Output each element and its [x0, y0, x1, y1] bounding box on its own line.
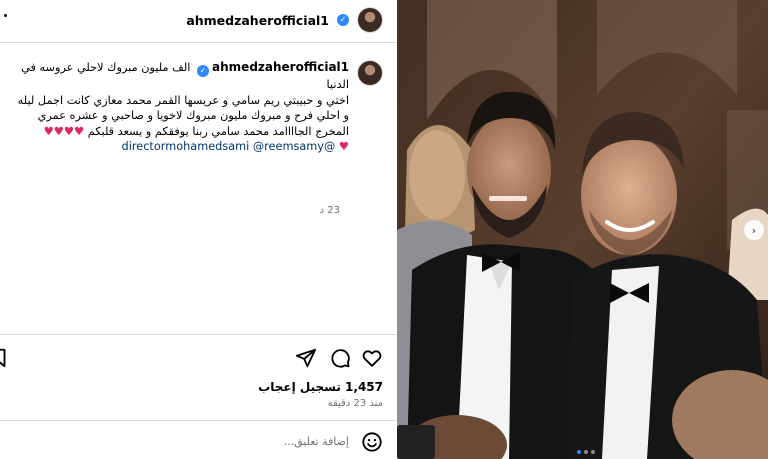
post-panel: ✓ ahmedzaherofficial1 ahmedzaherofficial…	[0, 0, 397, 459]
carousel-dot	[584, 450, 588, 454]
carousel-dot	[577, 450, 581, 454]
mentions[interactable]: directormohamedsami @reemsamy@	[122, 140, 336, 153]
caption-username[interactable]: ahmedzaherofficial1	[212, 60, 349, 74]
action-bar	[0, 345, 397, 371]
caption-body: ahmedzaherofficial1✓ الف مليون مبروك لاح…	[10, 60, 349, 155]
verified-badge-icon: ✓	[337, 14, 349, 26]
hearts-emoji: ♥♥♥♥	[43, 124, 85, 138]
heart-icon[interactable]	[361, 347, 383, 369]
post-photo[interactable]: ›	[397, 0, 768, 459]
photo-image	[397, 0, 768, 459]
verified-badge-icon: ✓	[197, 65, 210, 77]
share-icon[interactable]	[295, 347, 317, 369]
avatar[interactable]	[357, 7, 383, 33]
likes-count[interactable]: 1,457 تسجيل إعجاب	[258, 380, 383, 394]
bookmark-icon[interactable]	[0, 347, 10, 369]
post-header: ✓ ahmedzaherofficial1	[186, 6, 383, 34]
heart-emoji: ♥	[338, 140, 349, 153]
caption-line-3: و احلي فرح و مبروك مليون مبروك لاخويا و …	[37, 109, 349, 122]
caption-time: 23 د	[319, 205, 340, 216]
comment-row	[0, 426, 397, 459]
comment-icon[interactable]	[329, 347, 351, 369]
more-options-icon[interactable]	[4, 14, 7, 17]
header-username[interactable]: ahmedzaherofficial1	[186, 13, 329, 28]
caption-line-4: المخرج الجاااامد محمد سامي ربنا يوفقكم و…	[87, 124, 349, 138]
emoji-icon[interactable]	[361, 431, 383, 453]
carousel-indicator	[577, 450, 595, 454]
caption-line-2: اختي و حبيبتي ريم سامي و عريسها القمر مح…	[17, 93, 349, 107]
caption: ahmedzaherofficial1✓ الف مليون مبروك لاح…	[0, 60, 383, 216]
divider	[0, 420, 397, 421]
carousel-dot	[591, 450, 595, 454]
caption-avatar[interactable]	[357, 60, 383, 86]
next-button[interactable]: ›	[744, 220, 764, 240]
comment-input[interactable]	[49, 435, 349, 448]
chevron-right-icon: ›	[751, 223, 757, 237]
post-time: منذ 23 دقيقة	[327, 398, 383, 409]
divider	[0, 334, 397, 335]
divider	[0, 42, 397, 43]
